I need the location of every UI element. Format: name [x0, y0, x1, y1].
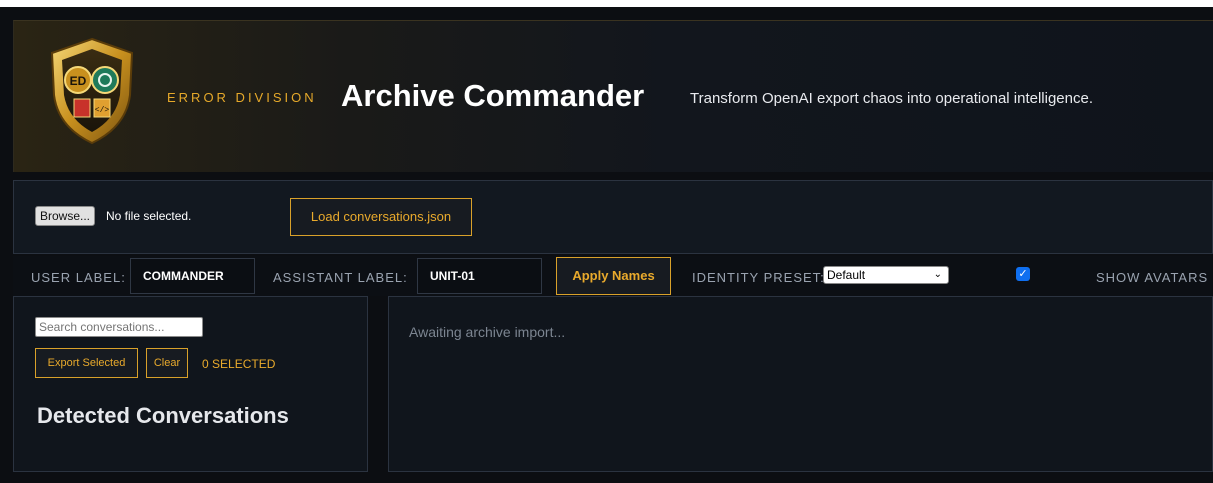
search-input[interactable]	[35, 317, 203, 337]
detected-conversations-heading: Detected Conversations	[37, 403, 289, 428]
browse-button[interactable]: Browse...	[35, 206, 96, 226]
show-avatars-checkbox[interactable]: ✓	[1016, 267, 1030, 281]
svg-text:</>: </>	[95, 106, 110, 115]
identity-preset-select[interactable]: Default ⌄	[823, 266, 949, 284]
import-status: Awaiting archive import...	[409, 324, 566, 340]
app-tagline: Transform OpenAI export chaos into opera…	[690, 90, 1094, 107]
identity-bar: USER LABEL: COMMANDER ASSISTANT LABEL: U…	[13, 256, 1213, 296]
assistant-label-caption: ASSISTANT LABEL:	[273, 270, 408, 285]
identity-preset-caption: IDENTITY PRESET:	[692, 270, 825, 285]
brand-kicker: ERROR DIVISION	[167, 90, 317, 105]
top-strip	[0, 0, 1213, 7]
shield-emblem-icon: ED </>	[50, 37, 134, 145]
user-label-caption: USER LABEL:	[31, 270, 126, 285]
conversation-sidebar: Export Selected Clear 0 SELECTED Detecte…	[13, 296, 368, 472]
user-label-input[interactable]: COMMANDER	[130, 258, 255, 294]
load-conversations-button[interactable]: Load conversations.json	[290, 198, 472, 236]
show-avatars-caption: SHOW AVATARS	[1096, 270, 1209, 285]
file-import-panel: Browse... No file selected. Load convers…	[13, 180, 1213, 254]
svg-text:ED: ED	[70, 74, 87, 88]
export-selected-button[interactable]: Export Selected	[35, 348, 138, 378]
identity-preset-value: Default	[827, 268, 866, 282]
app-header: ED </> ERROR DIVISION Archive Commander …	[13, 20, 1213, 172]
file-status: No file selected.	[106, 209, 192, 223]
conversation-viewer: Awaiting archive import...	[388, 296, 1213, 472]
chevron-down-icon: ⌄	[933, 269, 942, 280]
app-title: Archive Commander	[341, 78, 645, 113]
selected-count: 0 SELECTED	[202, 357, 276, 371]
assistant-label-input[interactable]: UNIT-01	[417, 258, 542, 294]
clear-button[interactable]: Clear	[146, 348, 188, 378]
checkmark-icon: ✓	[1018, 268, 1028, 280]
apply-names-button[interactable]: Apply Names	[556, 257, 671, 295]
